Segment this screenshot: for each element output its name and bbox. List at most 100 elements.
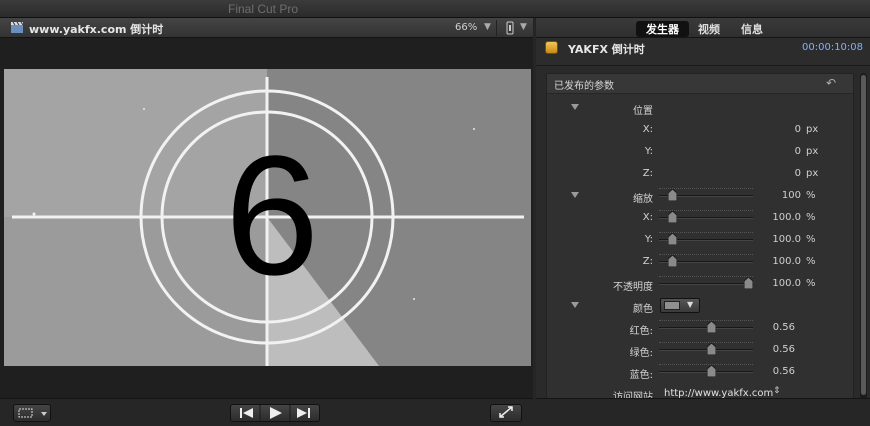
parameter-unit: %	[806, 234, 816, 245]
inspector-footer	[536, 398, 870, 426]
parameter-row: Z: 100.0%	[547, 252, 853, 272]
countdown-digit: 6	[225, 121, 320, 311]
inspector-header: YAKFX 倒计时 00:00:10:08	[536, 38, 870, 66]
parameter-unit: px	[806, 146, 819, 157]
viewer-panel: www.yakfx.com 倒计时 66% ▼ ▼ 6	[0, 18, 533, 426]
parameter-label: 蓝色:	[629, 370, 653, 381]
parameter-label: Y:	[644, 234, 653, 245]
clapperboard-icon	[11, 22, 23, 33]
parameter-row: 缩放 100%	[547, 186, 853, 206]
section-title: 已发布的参数	[554, 81, 614, 92]
parameter-label: Z:	[642, 168, 653, 179]
parameter-value[interactable]: 0	[795, 124, 801, 135]
crop-icon	[18, 408, 47, 418]
disclosure-triangle-icon[interactable]	[571, 104, 579, 110]
parameter-value[interactable]: 100	[782, 190, 801, 201]
popup-stepper-icon[interactable]: ⇕	[773, 386, 781, 396]
parameter-label: 位置	[633, 106, 653, 117]
parameter-label: X:	[642, 212, 653, 223]
color-swatch	[664, 301, 680, 310]
parameter-row: X: 100.0%	[547, 208, 853, 228]
slider-ticks	[659, 276, 753, 279]
parameter-label: 红色:	[629, 326, 653, 337]
parameter-label: 颜色	[633, 304, 653, 315]
inspector-panel: 发生器 视频 信息 YAKFX 倒计时 00:00:10:08 已发布的参数 ↶…	[536, 18, 870, 426]
tab-generator[interactable]: 发生器	[636, 21, 689, 37]
parameter-value[interactable]: 0	[795, 146, 801, 157]
disclosure-triangle-icon[interactable]	[571, 192, 579, 198]
slider-knob[interactable]	[667, 189, 677, 201]
parameter-row: Z: 0 px	[547, 164, 853, 184]
parameter-label: Y:	[644, 146, 653, 157]
viewer-title: www.yakfx.com 倒计时	[29, 23, 164, 36]
zoom-level[interactable]: 66%	[455, 22, 477, 33]
viewer-footer	[0, 398, 533, 426]
slider-knob[interactable]	[667, 211, 677, 223]
fullscreen-icon	[499, 406, 513, 418]
chevron-down-icon: ▼	[687, 300, 694, 309]
parameter-row: 位置	[547, 98, 853, 118]
slider-knob[interactable]	[706, 343, 716, 355]
slider-knob[interactable]	[744, 277, 753, 289]
slider-track[interactable]	[659, 276, 753, 285]
disclosure-triangle-icon[interactable]	[571, 302, 579, 308]
parameter-unit: %	[806, 212, 816, 223]
parameter-row: 绿色: 0.56	[547, 340, 853, 360]
parameter-row: Y: 100.0%	[547, 230, 853, 250]
parameter-row: 蓝色: 0.56	[547, 362, 853, 382]
slider-knob[interactable]	[706, 365, 716, 377]
generator-icon	[545, 41, 558, 54]
inspector-tabs: 发生器 视频 信息	[536, 18, 870, 38]
parameter-label: 缩放	[633, 194, 653, 205]
parameter-value[interactable]: 0.56	[773, 344, 795, 355]
window-title: Final Cut Pro	[228, 2, 299, 16]
final-cut-pro-window: Final Cut Pro www.yakfx.com 倒计时 66% ▼ ▼	[0, 0, 870, 426]
parameter-value[interactable]: 0.56	[773, 366, 795, 377]
parameter-unit: px	[806, 168, 819, 179]
parameter-label: 绿色:	[629, 348, 653, 359]
tab-info[interactable]: 信息	[741, 21, 763, 37]
parameter-label: Z:	[642, 256, 653, 267]
view-options-dropdown-icon[interactable]: ▼	[520, 22, 527, 32]
transform-button[interactable]	[13, 404, 51, 422]
parameter-unit: %	[806, 256, 816, 267]
parameter-unit: %	[806, 190, 816, 201]
parameter-row: 颜色 ▼	[547, 296, 853, 316]
parameter-label: X:	[642, 124, 653, 135]
parameter-value[interactable]: 100.0	[772, 256, 801, 267]
parameter-row: 红色: 0.56	[547, 318, 853, 338]
viewer-header: www.yakfx.com 倒计时 66% ▼ ▼	[0, 18, 533, 38]
countdown-leader-frame: 6	[4, 69, 531, 366]
parameter-value[interactable]: 0.56	[773, 322, 795, 333]
parameter-value[interactable]: 100.0	[772, 278, 801, 289]
slider-knob[interactable]	[667, 255, 677, 267]
play-icon[interactable]	[270, 407, 282, 419]
generator-name: YAKFX 倒计时	[568, 43, 645, 56]
divider	[496, 20, 497, 36]
parameter-row: Y: 0 px	[547, 142, 853, 162]
color-well-button[interactable]: ▼	[660, 298, 700, 313]
view-options-icon[interactable]	[503, 21, 517, 35]
published-parameters: 已发布的参数 ↶ 位置 X: 0 px Y: 0 px Z: 0 px 缩放 100% X: 100.0%…	[546, 73, 854, 413]
scrollbar[interactable]	[860, 73, 867, 413]
slider-knob[interactable]	[706, 321, 716, 333]
transport-controls	[230, 404, 320, 422]
scrollbar-thumb[interactable]	[861, 75, 866, 395]
reset-icon[interactable]: ↶	[826, 76, 836, 90]
parameter-value[interactable]: 0	[795, 168, 801, 179]
parameter-value[interactable]: 100.0	[772, 212, 801, 223]
parameter-row: X: 0 px	[547, 120, 853, 140]
zoom-dropdown-icon[interactable]: ▼	[484, 22, 491, 32]
previous-frame-icon[interactable]	[240, 408, 253, 418]
parameters-header: 已发布的参数 ↶	[547, 74, 853, 94]
parameter-value[interactable]: 100.0	[772, 234, 801, 245]
slider-knob[interactable]	[667, 233, 677, 245]
parameter-label: 不透明度	[613, 282, 653, 293]
next-frame-icon[interactable]	[297, 408, 310, 418]
parameter-unit: px	[806, 124, 819, 135]
fullscreen-button[interactable]	[490, 404, 522, 422]
tab-video[interactable]: 视频	[698, 21, 720, 37]
title-bar: Final Cut Pro	[0, 0, 870, 18]
parameter-unit: %	[806, 278, 816, 289]
parameter-row: 不透明度 100.0%	[547, 274, 853, 294]
